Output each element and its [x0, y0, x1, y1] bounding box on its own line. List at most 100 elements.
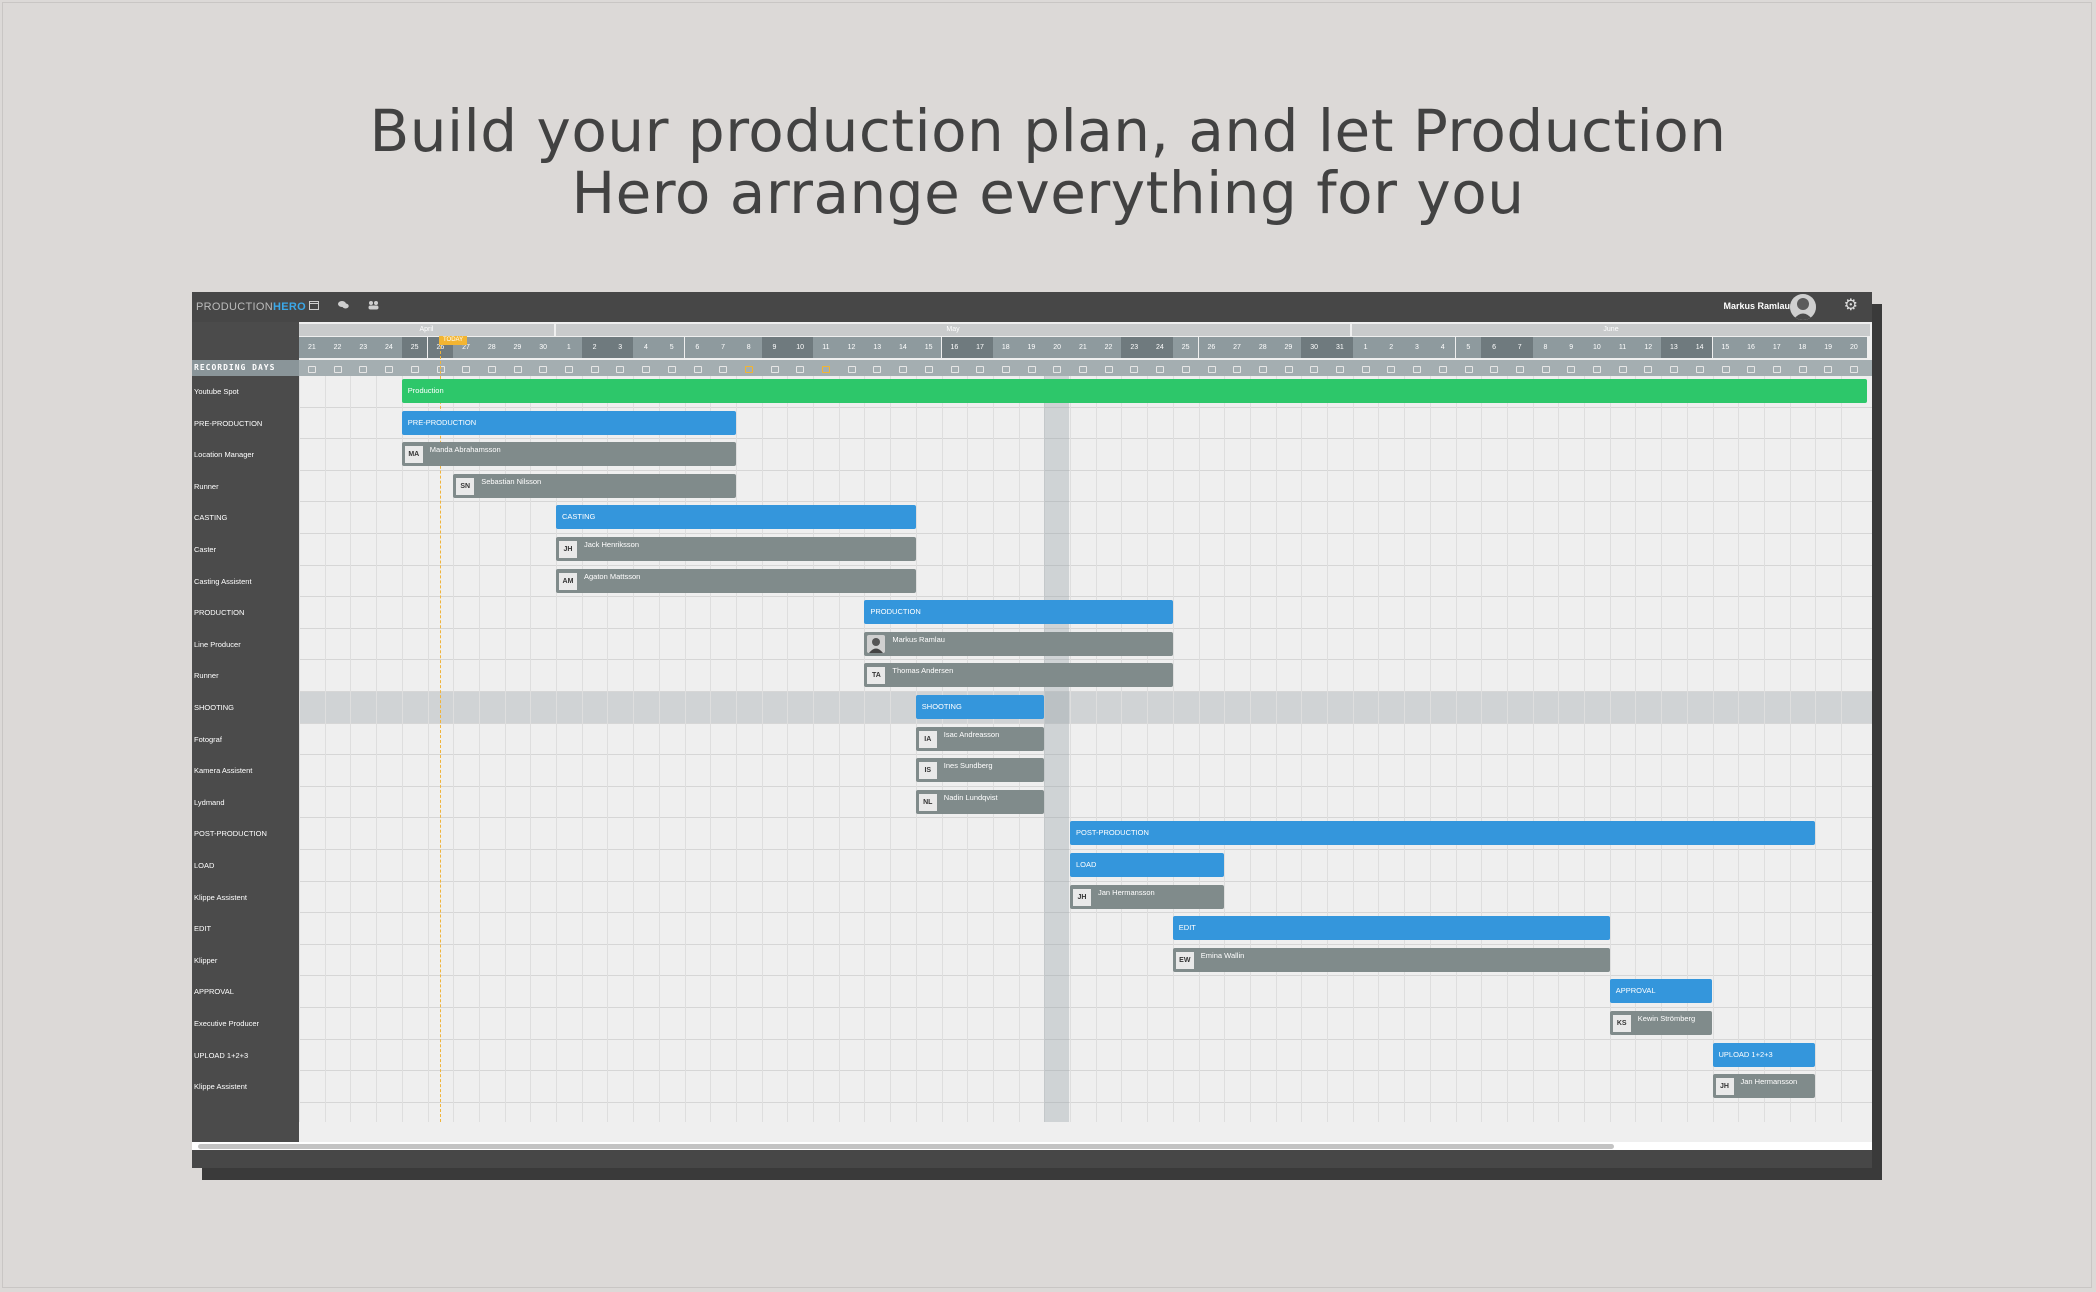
assignee-bar[interactable]: IS Ines Sundberg — [915, 758, 1045, 783]
recording-day-checkbox[interactable] — [1258, 366, 1267, 373]
recording-day-checkbox[interactable] — [1284, 366, 1293, 373]
row-label[interactable]: Youtube Spot — [194, 387, 239, 396]
recording-day-checkbox[interactable] — [1515, 366, 1524, 373]
recording-day-checkbox[interactable] — [924, 366, 933, 373]
recording-day-checkbox[interactable] — [1336, 366, 1344, 373]
recording-day-checkbox[interactable] — [1850, 366, 1858, 373]
calendar-icon[interactable] — [307, 300, 321, 314]
project-bar[interactable]: Production — [401, 379, 1867, 403]
recording-day-checkbox[interactable] — [950, 366, 959, 373]
recording-day-checkbox[interactable] — [308, 366, 316, 373]
phase-bar[interactable]: LOAD — [1070, 853, 1225, 877]
row-label[interactable]: LOAD — [194, 861, 214, 870]
phase-bar[interactable]: PRODUCTION — [864, 600, 1173, 625]
row-label[interactable]: Casting Assistent — [194, 577, 252, 586]
recording-day-checkbox[interactable] — [642, 366, 651, 373]
recording-day-checkbox[interactable] — [1181, 366, 1190, 373]
row-label[interactable]: SHOOTING — [194, 703, 234, 712]
row-label[interactable]: Location Manager — [194, 450, 254, 459]
recording-day-checkbox[interactable] — [513, 366, 522, 373]
recording-day-checkbox[interactable] — [847, 366, 856, 373]
assignee-bar[interactable]: NL Nadin Lundqvist — [915, 789, 1045, 814]
row-label[interactable]: Runner — [194, 671, 219, 680]
recording-day-checkbox[interactable] — [1567, 366, 1576, 373]
row-label[interactable]: Caster — [194, 545, 216, 554]
assignee-bar[interactable]: JH Jack Henriksson — [556, 537, 916, 561]
recording-day-checkbox[interactable] — [822, 366, 830, 373]
row-label[interactable]: UPLOAD 1+2+3 — [194, 1051, 248, 1060]
recording-day-checkbox[interactable] — [1387, 366, 1396, 373]
recording-day-checkbox[interactable] — [1233, 366, 1242, 373]
row-label[interactable]: EDIT — [194, 924, 211, 933]
scrollbar-thumb[interactable] — [198, 1144, 1614, 1149]
recording-day-checkbox[interactable] — [1747, 366, 1756, 373]
phase-bar[interactable]: UPLOAD 1+2+3 — [1712, 1042, 1816, 1067]
assignee-bar[interactable]: EW Emina Wallin — [1172, 947, 1610, 972]
recording-day-checkbox[interactable] — [1438, 366, 1447, 373]
recording-day-checkbox[interactable] — [796, 366, 805, 373]
assignee-bar[interactable]: JH Jan Hermansson — [1712, 1074, 1816, 1099]
recording-day-checkbox[interactable] — [899, 366, 908, 373]
user-name[interactable]: Markus Ramlau — [1723, 301, 1790, 311]
recording-day-checkbox[interactable] — [1670, 366, 1679, 373]
row-label[interactable]: Klippe Assistent — [194, 893, 247, 902]
phase-bar[interactable]: CASTING — [556, 505, 916, 530]
row-label[interactable]: PRE-PRODUCTION — [194, 419, 262, 428]
recording-day-checkbox[interactable] — [1721, 366, 1730, 373]
recording-day-checkbox[interactable] — [333, 366, 342, 373]
recording-day-checkbox[interactable] — [1798, 366, 1807, 373]
app-logo[interactable]: PRODUCTIONHERO — [196, 301, 306, 313]
row-label[interactable]: Executive Producer — [194, 1019, 259, 1028]
assignee-bar[interactable]: Markus Ramlau — [864, 631, 1173, 656]
team-icon[interactable] — [366, 300, 380, 314]
user-avatar[interactable] — [1790, 294, 1816, 320]
recording-day-checkbox[interactable] — [1361, 366, 1370, 373]
recording-day-checkbox[interactable] — [1464, 366, 1473, 373]
recording-day-checkbox[interactable] — [1104, 366, 1113, 373]
recording-day-checkbox[interactable] — [1772, 366, 1781, 373]
recording-day-checkbox[interactable] — [1207, 366, 1216, 373]
assignee-bar[interactable]: TA Thomas Andersen — [864, 663, 1173, 688]
row-label[interactable]: Runner — [194, 482, 219, 491]
recording-day-checkbox[interactable] — [1618, 366, 1627, 373]
row-label[interactable]: APPROVAL — [194, 987, 234, 996]
row-label[interactable]: Klippe Assistent — [194, 1082, 247, 1091]
recording-day-checkbox[interactable] — [1310, 366, 1319, 373]
recording-day-checkbox[interactable] — [873, 366, 882, 373]
recording-day-checkbox[interactable] — [616, 366, 625, 373]
recording-day-checkbox[interactable] — [462, 366, 471, 373]
row-label[interactable]: Klipper — [194, 956, 217, 965]
assignee-bar[interactable]: AM Agaton Mattsson — [556, 568, 916, 593]
phase-bar[interactable]: APPROVAL — [1609, 979, 1713, 1004]
recording-day-checkbox[interactable] — [1695, 366, 1704, 373]
settings-gear-icon[interactable]: ⚙ — [1844, 298, 1858, 314]
recording-day-checkbox[interactable] — [744, 366, 753, 373]
recording-day-checkbox[interactable] — [1644, 366, 1653, 373]
recording-day-checkbox[interactable] — [539, 366, 548, 373]
recording-day-checkbox[interactable] — [719, 366, 728, 373]
recording-day-checkbox[interactable] — [359, 366, 368, 373]
recording-day-checkbox[interactable] — [1079, 366, 1087, 373]
phase-bar[interactable]: POST-PRODUCTION — [1070, 821, 1816, 846]
recording-day-checkbox[interactable] — [693, 366, 702, 373]
row-label[interactable]: Lydmand — [194, 798, 225, 807]
recording-day-checkbox[interactable] — [1593, 366, 1601, 373]
phase-bar[interactable]: SHOOTING — [915, 695, 1045, 719]
recording-day-checkbox[interactable] — [590, 366, 599, 373]
recording-day-checkbox[interactable] — [1053, 366, 1062, 373]
recording-day-checkbox[interactable] — [1130, 366, 1139, 373]
recording-day-checkbox[interactable] — [1824, 366, 1833, 373]
recording-day-checkbox[interactable] — [565, 366, 573, 373]
row-label[interactable]: CASTING — [194, 513, 227, 522]
assignee-bar[interactable]: JH Jan Hermansson — [1070, 884, 1225, 909]
recording-day-checkbox[interactable] — [667, 366, 676, 373]
phase-bar[interactable]: EDIT — [1172, 916, 1610, 941]
recording-day-checkbox[interactable] — [410, 366, 419, 373]
recording-day-checkbox[interactable] — [1541, 366, 1550, 373]
assignee-bar[interactable]: KS Kewin Strömberg — [1609, 1011, 1713, 1035]
phase-bar[interactable]: PRE-PRODUCTION — [401, 410, 736, 435]
recording-day-checkbox[interactable] — [770, 366, 779, 373]
assignee-bar[interactable]: IA Isac Andreasson — [915, 726, 1045, 751]
assignee-bar[interactable]: MA Manda Abrahamsson — [401, 442, 736, 467]
recording-day-checkbox[interactable] — [1413, 366, 1422, 373]
